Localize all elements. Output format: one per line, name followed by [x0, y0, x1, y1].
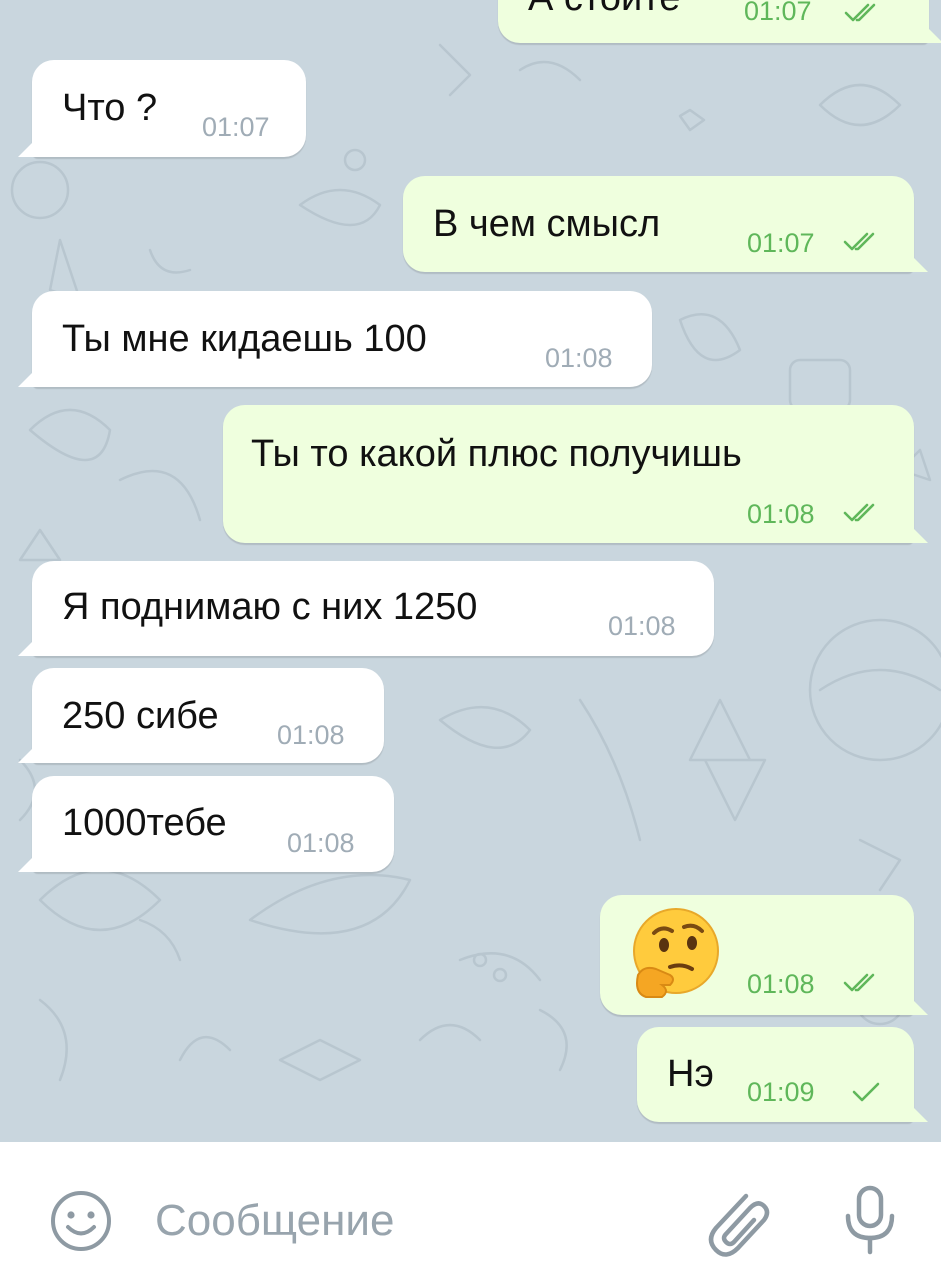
message-time: 01:07: [202, 112, 270, 142]
double-check-icon: [843, 232, 875, 251]
message-time: 01:08: [277, 720, 345, 750]
chat-area[interactable]: А стоите 01:07 Что ? 01:07 В чем смысл 0…: [0, 0, 941, 1142]
message-input[interactable]: Сообщение: [155, 1196, 394, 1246]
message-bubble-incoming[interactable]: Что ? 01:07: [32, 60, 306, 157]
message-time: 01:08: [747, 499, 815, 529]
message-bubble-incoming[interactable]: Ты мне кидаешь 100 01:08: [32, 291, 652, 387]
message-text: В чем смысл: [433, 203, 661, 245]
message-text: 1000тебе: [62, 802, 227, 844]
message-bubble-incoming[interactable]: 250 сибе 01:08: [32, 668, 384, 763]
message-bubble-outgoing[interactable]: А стоите 01:07: [498, 0, 929, 43]
message-time: 01:09: [747, 1077, 815, 1107]
single-check-icon: [852, 1082, 880, 1102]
message-text: Нэ: [667, 1053, 714, 1095]
message-time: 01:07: [744, 0, 812, 26]
message-text: Ты то какой плюс получишь: [251, 433, 742, 475]
message-text: 250 сибе: [62, 695, 219, 737]
message-time: 01:08: [747, 969, 815, 999]
message-text: Что ?: [62, 87, 158, 129]
message-time: 01:08: [287, 828, 355, 858]
message-bubble-incoming[interactable]: Я поднимаю с них 1250 01:08: [32, 561, 714, 656]
double-check-icon: [844, 3, 876, 22]
message-text: А стоите: [528, 0, 680, 20]
message-bubble-outgoing[interactable]: Нэ 01:09: [637, 1027, 914, 1122]
message-bubble-incoming[interactable]: 1000тебе 01:08: [32, 776, 394, 872]
message-bubble-outgoing[interactable]: 01:08: [600, 895, 914, 1015]
microphone-icon[interactable]: [840, 1182, 900, 1262]
message-time: 01:07: [747, 228, 815, 258]
message-bubble-outgoing[interactable]: В чем смысл 01:07: [403, 176, 914, 272]
message-text: Ты мне кидаешь 100: [62, 318, 427, 360]
message-composer: Сообщение: [0, 1142, 941, 1280]
attach-icon[interactable]: [700, 1184, 770, 1264]
message-time: 01:08: [545, 343, 613, 373]
double-check-icon: [843, 503, 875, 522]
message-bubble-outgoing[interactable]: Ты то какой плюс получишь 01:08: [223, 405, 914, 543]
thinking-face-icon: [633, 908, 719, 998]
emoji-icon[interactable]: [48, 1188, 114, 1254]
double-check-icon: [843, 973, 875, 992]
message-time: 01:08: [608, 611, 676, 641]
message-text: Я поднимаю с них 1250: [62, 586, 478, 628]
